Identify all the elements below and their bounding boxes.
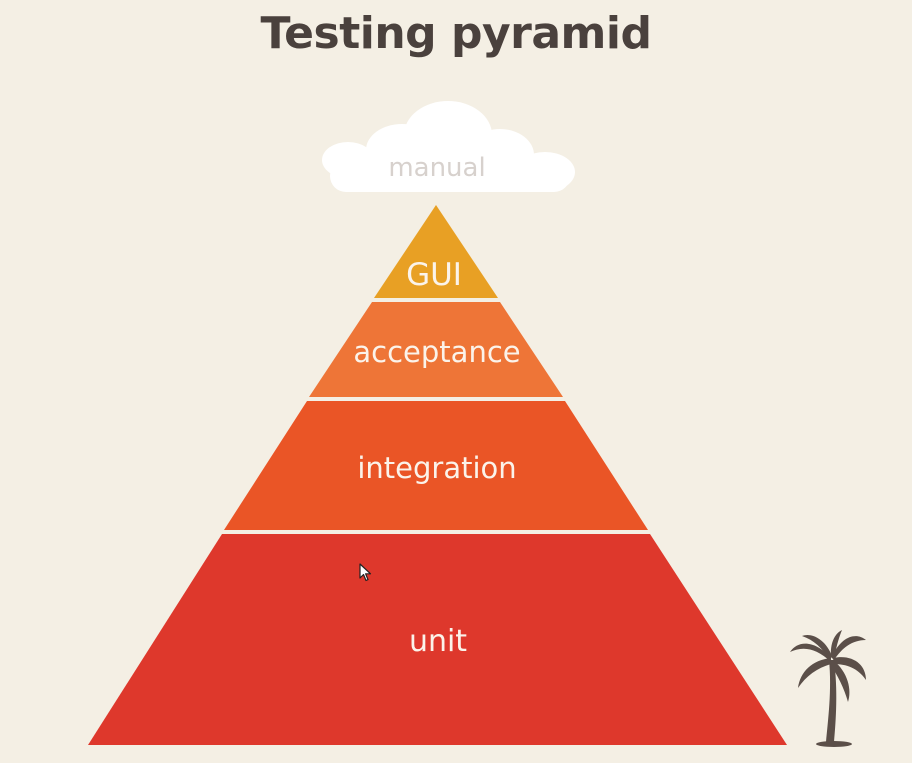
palm-tree-icon — [790, 630, 866, 747]
mouse-cursor-icon — [359, 563, 372, 582]
cloud-icon: manual — [322, 101, 575, 192]
testing-pyramid-diagram: manual GUI acceptance integration unit — [88, 101, 866, 747]
cloud-label: manual — [388, 153, 485, 183]
layer-label-unit: unit — [409, 624, 467, 659]
layer-label-gui: GUI — [406, 257, 462, 293]
slide: Testing pyramid manual GUI acceptance in… — [0, 0, 912, 763]
pyramid: GUI acceptance integration unit — [88, 205, 787, 745]
layer-label-acceptance: acceptance — [353, 335, 520, 369]
layer-label-integration: integration — [357, 451, 516, 485]
